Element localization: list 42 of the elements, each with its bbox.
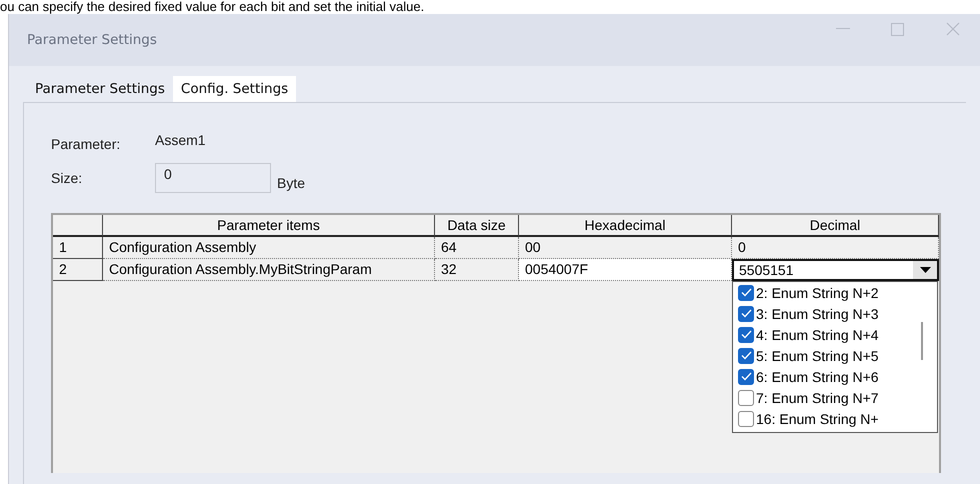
table-cell: Configuration Assembly.MyBitStringParam [103, 259, 435, 281]
checkmark-icon [740, 330, 752, 339]
tab[interactable]: Config. Settings [172, 76, 296, 102]
option-label[interactable]: 3: Enum String N+3 [756, 306, 879, 322]
dropdown-button[interactable] [913, 261, 937, 279]
option-label[interactable]: 7: Enum String N+7 [756, 390, 879, 406]
checkbox[interactable] [738, 326, 754, 342]
checkbox[interactable] [738, 410, 754, 426]
checkbox[interactable] [738, 368, 754, 384]
column-header: Data size [435, 215, 519, 237]
column-header: Hexadecimal [519, 215, 732, 237]
column-header: Decimal [732, 215, 939, 237]
checkbox[interactable] [738, 348, 754, 364]
parameter-value: Assem1 [155, 132, 206, 148]
scrollbar-thumb[interactable] [921, 322, 923, 360]
checkmark-icon [740, 372, 752, 381]
option-label[interactable]: 4: Enum String N+4 [756, 326, 879, 342]
column-header: Parameter items [103, 215, 435, 237]
option-label[interactable]: 6: Enum String N+6 [756, 368, 879, 384]
checkmark-icon [740, 309, 752, 318]
tab[interactable]: Parameter Settings [27, 76, 173, 102]
checkmark-icon [740, 351, 752, 360]
size-label: Size: [51, 170, 84, 186]
caret-icon [920, 267, 930, 273]
table-cell: Configuration Assembly [103, 237, 435, 259]
table-cell: 0054007F [519, 259, 732, 281]
table-cell: 64 [435, 237, 519, 259]
size-unit: Byte [277, 175, 306, 191]
option-label[interactable]: 2: Enum String N+2 [756, 284, 879, 300]
option-label[interactable]: 16: Enum String N+ [756, 410, 879, 426]
row-number: 2 [53, 259, 103, 281]
checkmark-icon [740, 288, 752, 297]
checkbox[interactable] [738, 284, 754, 300]
caption-text: ou can specify the desired fixed value for each bit and set the initial value. [0, 0, 424, 14]
parameter-label: Parameter: [51, 136, 122, 152]
decimal-combo-box[interactable]: 5505151 [732, 259, 939, 281]
checkbox[interactable] [738, 306, 754, 322]
checkbox[interactable] [738, 390, 754, 406]
option-label[interactable]: 5: Enum String N+5 [756, 348, 879, 364]
row-number: 1 [53, 237, 103, 259]
size-field[interactable]: 0 [155, 163, 271, 193]
window-title: Parameter Settings [27, 32, 158, 48]
